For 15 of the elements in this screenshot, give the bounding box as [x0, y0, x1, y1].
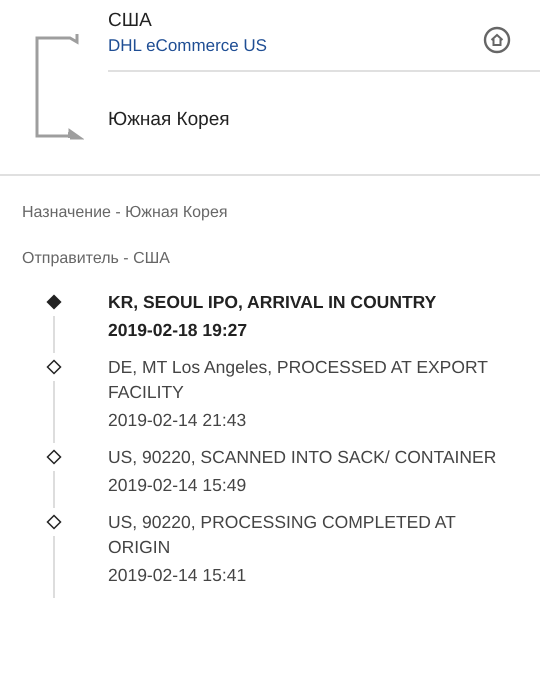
event-description: US, 90220, PROCESSING COMPLETED AT ORIGIN [108, 511, 457, 559]
event-time: 2019-02-14 15:49 [108, 474, 248, 497]
origin-country: США [108, 9, 153, 33]
sender-label: Отправитель - США [22, 250, 171, 268]
event-time: 2019-02-14 15:41 [108, 564, 248, 587]
event-time: 2019-02-18 19:27 [108, 319, 248, 342]
carrier-link[interactable]: DHL eCommerce US [108, 34, 268, 58]
destination-label: Назначение - Южная Корея [22, 204, 229, 222]
event-time: 2019-02-14 21:43 [108, 409, 248, 432]
event-description: DE, MT Los Angeles, PROCESSED AT EXPORT FACILITY [108, 356, 489, 404]
event-description: US, 90220, SCANNED INTO SACK/ CONTAINER [108, 446, 498, 469]
destination-country: Южная Корея [108, 109, 231, 131]
event-description: KR, SEOUL IPO, ARRIVAL IN COUNTRY [108, 291, 438, 314]
home-icon[interactable] [483, 26, 511, 54]
route-arrow-icon [34, 32, 84, 142]
